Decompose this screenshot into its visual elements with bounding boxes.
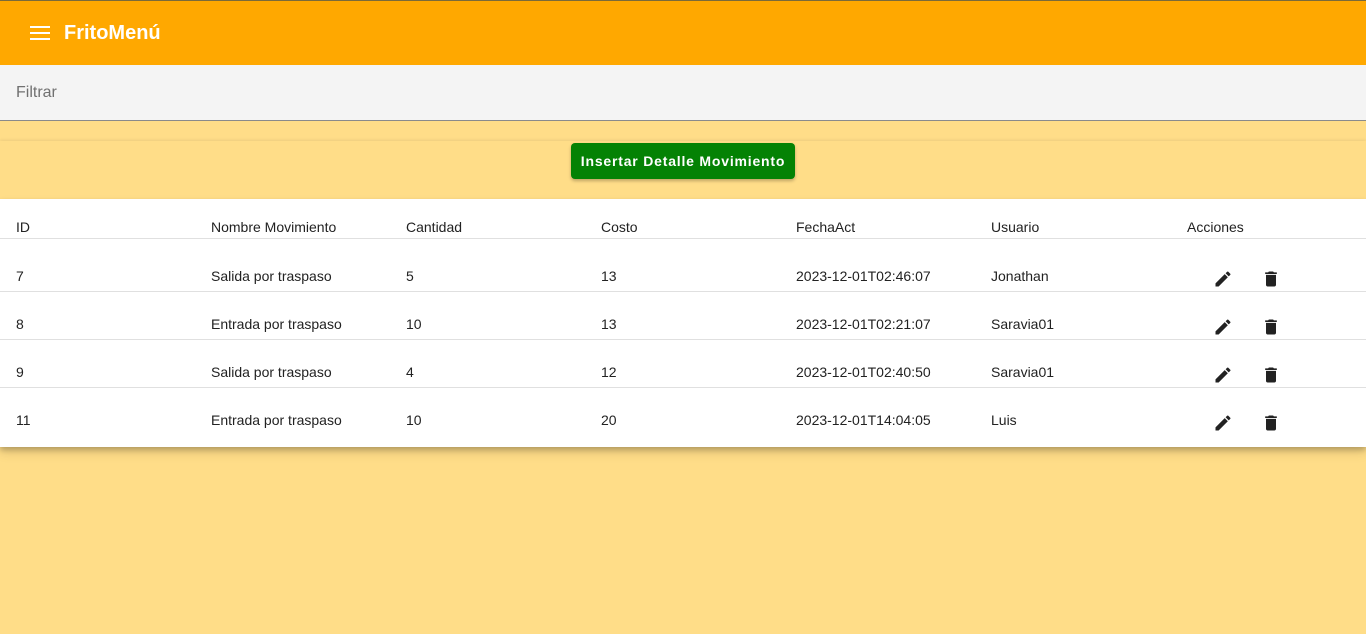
column-header-usuario: Usuario xyxy=(991,219,1040,235)
delete-icon xyxy=(1265,271,1277,287)
cell-usuario: Jonathan xyxy=(991,268,1049,284)
delete-icon xyxy=(1265,415,1277,431)
edit-button[interactable] xyxy=(1209,313,1237,341)
edit-icon xyxy=(1215,319,1231,335)
cell-nombre-movimiento: Entrada por traspaso xyxy=(211,412,342,428)
edit-button[interactable] xyxy=(1209,361,1237,389)
column-header-acciones: Acciones xyxy=(1187,219,1244,235)
edit-button[interactable] xyxy=(1209,265,1237,293)
cell-cantidad: 10 xyxy=(406,412,422,428)
menu-icon xyxy=(30,26,50,40)
cell-fechaact: 2023-12-01T14:04:05 xyxy=(796,412,931,428)
table-row: 11 Entrada por traspaso 10 20 2023-12-01… xyxy=(0,388,1366,447)
delete-icon xyxy=(1265,367,1277,383)
cell-nombre-movimiento: Salida por traspaso xyxy=(211,364,332,380)
cell-costo: 20 xyxy=(601,412,617,428)
cell-id: 11 xyxy=(16,412,31,428)
table-row: 9 Salida por traspaso 4 12 2023-12-01T02… xyxy=(0,340,1366,388)
menu-button[interactable] xyxy=(20,13,60,53)
delete-icon xyxy=(1265,319,1277,335)
delete-button[interactable] xyxy=(1257,313,1285,341)
cell-costo: 12 xyxy=(601,364,617,380)
cell-fechaact: 2023-12-01T02:40:50 xyxy=(796,364,931,380)
column-header-cantidad: Cantidad xyxy=(406,219,463,235)
cell-usuario: Saravia01 xyxy=(991,316,1055,332)
cell-id: 9 xyxy=(16,364,24,380)
cell-id: 8 xyxy=(16,316,24,332)
cell-fechaact: 2023-12-01T02:46:07 xyxy=(796,268,931,284)
app-title: FritoMenú xyxy=(64,21,161,44)
column-header-costo: Costo xyxy=(601,219,638,235)
filter-input[interactable] xyxy=(0,65,1366,120)
filter-field xyxy=(0,65,1366,121)
cell-fechaact: 2023-12-01T02:21:07 xyxy=(796,316,931,332)
cell-usuario: Saravia01 xyxy=(991,364,1055,380)
edit-icon xyxy=(1215,271,1231,287)
cell-costo: 13 xyxy=(601,316,617,332)
delete-button[interactable] xyxy=(1257,265,1285,293)
cell-usuario: Luis xyxy=(991,412,1017,428)
app-toolbar: FritoMenú xyxy=(0,0,1366,65)
table-header-row: ID Nombre Movimiento Cantidad Costo Fech… xyxy=(0,199,1366,239)
table-row: 7 Salida por traspaso 5 13 2023-12-01T02… xyxy=(0,239,1366,292)
edit-button[interactable] xyxy=(1209,409,1237,437)
cell-costo: 13 xyxy=(601,268,617,284)
column-header-id: ID xyxy=(16,219,30,235)
delete-button[interactable] xyxy=(1257,361,1285,389)
table-row: 8 Entrada por traspaso 10 13 2023-12-01T… xyxy=(0,292,1366,340)
delete-button[interactable] xyxy=(1257,409,1285,437)
cell-cantidad: 5 xyxy=(406,268,414,284)
insert-detalle-movimiento-button[interactable]: Insertar Detalle Movimiento xyxy=(571,143,795,179)
cell-cantidad: 10 xyxy=(406,316,422,332)
cell-cantidad: 4 xyxy=(406,364,414,380)
cell-id: 7 xyxy=(16,268,24,284)
cell-nombre-movimiento: Salida por traspaso xyxy=(211,268,332,284)
column-header-nombre-movimiento: Nombre Movimiento xyxy=(211,219,337,235)
edit-icon xyxy=(1215,415,1231,431)
edit-icon xyxy=(1215,367,1231,383)
movements-table: ID Nombre Movimiento Cantidad Costo Fech… xyxy=(0,199,1366,447)
cell-nombre-movimiento: Entrada por traspaso xyxy=(211,316,342,332)
column-header-fechaact: FechaAct xyxy=(796,219,856,235)
